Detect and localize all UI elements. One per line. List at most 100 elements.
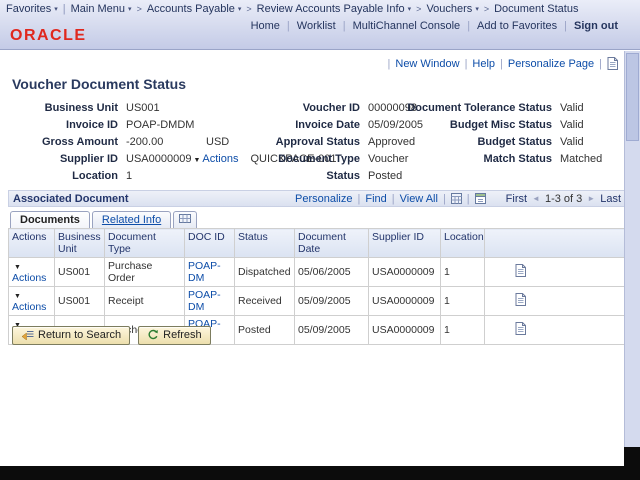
field-business-unit: Business Unit US001 <box>8 102 258 115</box>
worklist-link[interactable]: Worklist <box>297 20 336 32</box>
page-title: Voucher Document Status <box>12 76 186 92</box>
grid-tabs: Documents Related Info <box>8 209 626 228</box>
page-icon[interactable] <box>607 57 618 70</box>
column-header-document-date[interactable]: Document Date <box>295 229 369 258</box>
refresh-button[interactable]: Refresh <box>138 326 211 345</box>
footer-buttons: Return to Search Refresh <box>12 326 211 345</box>
pagination-first-label[interactable]: First <box>506 193 527 205</box>
breadcrumb-separator-icon: > <box>484 4 489 14</box>
breadcrumb-vouchers[interactable]: Vouchers ▾ <box>426 3 478 15</box>
document-icon-cell <box>485 258 627 287</box>
status-cell: Received <box>235 287 295 316</box>
vertical-scrollbar[interactable] <box>624 51 640 447</box>
table-header-row: Actions Business Unit Document Type DOC … <box>9 229 627 258</box>
column-header-status[interactable]: Status <box>235 229 295 258</box>
column-header-business-unit[interactable]: Business Unit <box>55 229 105 258</box>
personalize-page-link[interactable]: Personalize Page <box>508 58 594 70</box>
sign-out-link[interactable]: Sign out <box>574 20 618 32</box>
field-status: Status Posted <box>258 170 468 183</box>
view-all-link[interactable]: View All <box>400 193 438 205</box>
column-header-doc-id[interactable]: DOC ID <box>185 229 235 258</box>
home-link[interactable]: Home <box>251 20 280 32</box>
breadcrumb-current-page: Document Status <box>494 3 578 15</box>
document-status-icon[interactable] <box>515 264 526 277</box>
chevron-down-icon: ▾ <box>54 6 58 13</box>
pagination-last-label[interactable]: Last <box>600 193 621 205</box>
location-value: 1 <box>126 170 132 182</box>
oracle-logo: ORACLE <box>10 27 87 45</box>
breadcrumb: Favorites ▾ | Main Menu ▾ > Accounts Pay… <box>6 3 578 15</box>
voucher-summary-form: Business Unit US001 Invoice ID POAP-DMDM… <box>0 102 640 188</box>
breadcrumb-favorites[interactable]: Favorites ▾ <box>6 3 58 15</box>
match-status-value: Matched <box>560 153 602 165</box>
row-actions-dropdown-icon[interactable]: ▼ <box>14 264 21 271</box>
return-to-search-button[interactable]: Return to Search <box>12 326 130 345</box>
column-header-supplier-id[interactable]: Supplier ID <box>369 229 441 258</box>
row-actions-link[interactable]: Actions <box>12 301 46 313</box>
tab-related-info[interactable]: Related Info <box>92 211 171 228</box>
zoom-grid-icon[interactable] <box>451 193 462 204</box>
personalize-link[interactable]: Personalize <box>295 193 352 205</box>
document-status-icon[interactable] <box>515 322 526 335</box>
grid-header-bar: Associated Document Personalize | Find |… <box>8 190 626 207</box>
header-links: Home | Worklist | MultiChannel Console |… <box>251 20 618 32</box>
new-window-link[interactable]: New Window <box>395 58 459 70</box>
gross-amount-value: -200.00 <box>126 136 206 148</box>
page-utility-links: | New Window | Help | Personalize Page | <box>388 57 618 70</box>
budget-status-value: Valid <box>560 136 584 148</box>
doc-id-cell: POAP-DM <box>185 287 235 316</box>
breadcrumb-review-ap-info[interactable]: Review Accounts Payable Info ▾ <box>257 3 412 15</box>
find-link[interactable]: Find <box>365 193 386 205</box>
business-unit-cell: US001 <box>55 258 105 287</box>
doc-id-link[interactable]: POAP-DM <box>188 260 221 284</box>
grid-toolbar: Personalize | Find | View All | | First … <box>295 193 621 205</box>
pagination-prev-icon[interactable]: ◄ <box>532 194 540 203</box>
multichannel-console-link[interactable]: MultiChannel Console <box>353 20 461 32</box>
tab-show-all-columns[interactable] <box>173 211 197 228</box>
row-actions-link[interactable]: Actions <box>12 272 46 284</box>
field-invoice-id: Invoice ID POAP-DMDM <box>8 119 258 132</box>
doc-tolerance-status-value: Valid <box>560 102 584 114</box>
document-icon-cell <box>485 287 627 316</box>
field-gross-amount: Gross Amount -200.00 USD <box>8 136 258 149</box>
field-label: Supplier ID <box>8 153 126 165</box>
help-link[interactable]: Help <box>472 58 495 70</box>
field-label: Status <box>258 170 368 182</box>
field-label: Invoice Date <box>258 119 368 131</box>
column-header-document-type[interactable]: Document Type <box>105 229 185 258</box>
show-all-columns-icon <box>179 214 191 223</box>
chevron-down-icon: ▾ <box>128 6 132 13</box>
chevron-down-icon: ▾ <box>475 6 479 13</box>
chevron-down-icon: ▾ <box>408 6 412 13</box>
chevron-down-icon: ▾ <box>238 6 242 13</box>
add-to-favorites-link[interactable]: Add to Favorites <box>477 20 557 32</box>
tab-documents[interactable]: Documents <box>10 211 90 228</box>
field-supplier-id: Supplier ID USA0000009 ▼ Actions QUICKPA… <box>8 153 258 166</box>
row-actions-dropdown-icon[interactable]: ▼ <box>14 293 21 300</box>
field-label: Location <box>8 170 126 182</box>
breadcrumb-accounts-payable[interactable]: Accounts Payable ▾ <box>147 3 242 15</box>
business-unit-value: US001 <box>126 102 160 114</box>
breadcrumb-separator-icon: > <box>137 4 142 14</box>
breadcrumb-divider: | <box>63 3 66 15</box>
supplier-actions-link[interactable]: Actions <box>202 153 238 165</box>
return-to-search-icon <box>21 330 34 341</box>
document-icon-cell <box>485 316 627 345</box>
scrollbar-thumb[interactable] <box>626 53 639 141</box>
doc-id-cell: POAP-DM <box>185 258 235 287</box>
table-row: ▼ Actions US001 Receipt POAP-DM Received… <box>9 287 627 316</box>
field-label: Gross Amount <box>8 136 126 148</box>
column-header-actions[interactable]: Actions <box>9 229 55 258</box>
document-date-cell: 05/09/2005 <box>295 287 369 316</box>
document-status-icon[interactable] <box>515 293 526 306</box>
document-type-value: Voucher <box>368 153 408 165</box>
doc-id-link[interactable]: POAP-DM <box>188 289 221 313</box>
column-header-location[interactable]: Location <box>441 229 485 258</box>
download-grid-icon[interactable] <box>475 193 486 204</box>
pagination-next-icon[interactable]: ► <box>587 194 595 203</box>
field-label: Document Type <box>258 153 368 165</box>
supplier-id-cell: USA0000009 <box>369 316 441 345</box>
field-match-status: Match Status Matched <box>406 153 632 166</box>
related-actions-dropdown-icon[interactable]: ▼ <box>193 157 200 164</box>
breadcrumb-main-menu[interactable]: Main Menu ▾ <box>71 3 132 15</box>
